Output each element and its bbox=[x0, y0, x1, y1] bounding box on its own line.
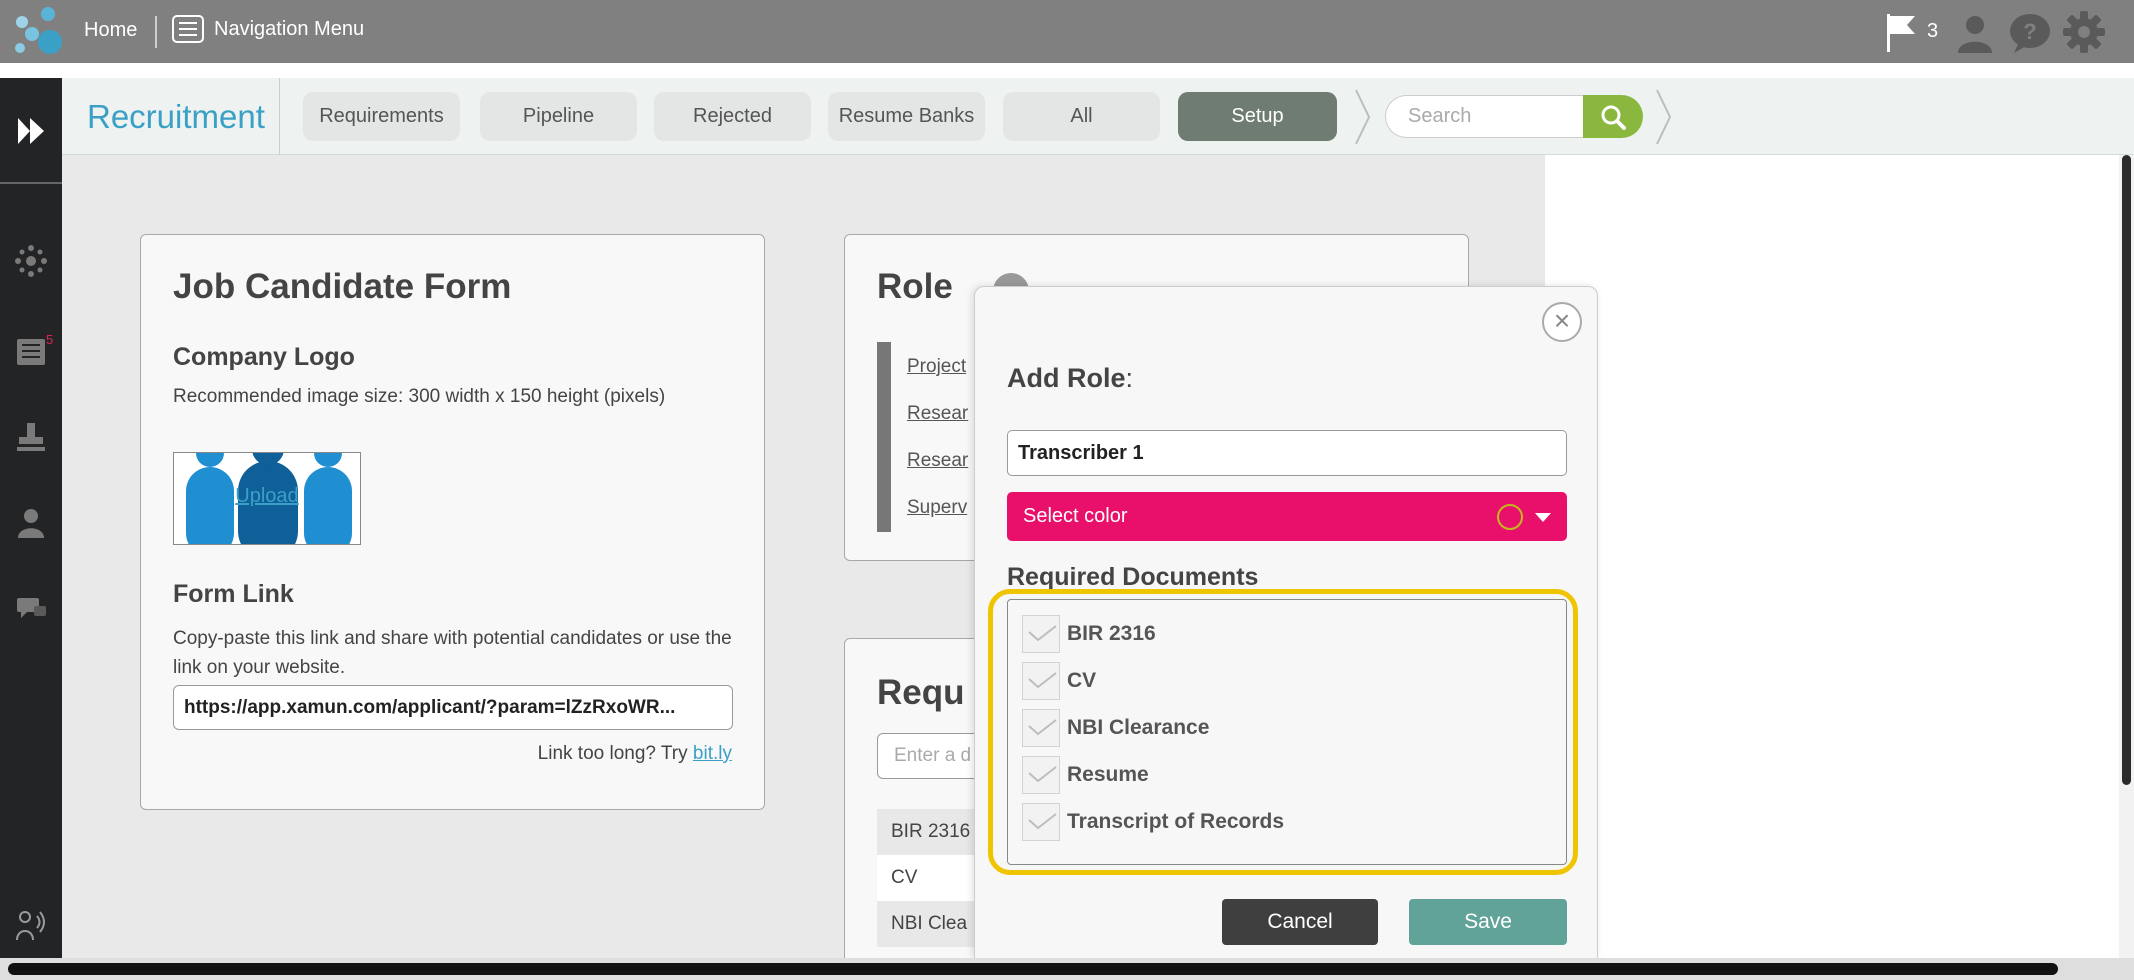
link-hint: Link too long? Try bit.ly bbox=[538, 743, 732, 765]
link-hint-text: Link too long? Try bbox=[537, 743, 693, 764]
logo-size-hint: Recommended image size: 300 width x 150 … bbox=[173, 386, 666, 407]
top-spacer bbox=[0, 63, 2134, 78]
svg-text:?: ? bbox=[2023, 19, 2036, 44]
sidebar-toggle-button[interactable] bbox=[0, 78, 62, 184]
horizontal-scrollbar-thumb[interactable] bbox=[8, 963, 2058, 975]
list-icon[interactable] bbox=[14, 335, 48, 369]
left-sidebar: 5 bbox=[0, 78, 62, 958]
form-link-description: Copy-paste this link and share with pote… bbox=[173, 628, 732, 678]
role-item[interactable]: Project bbox=[907, 356, 966, 378]
recruitment-header: Recruitment Requirements Pipeline Reject… bbox=[62, 78, 2134, 155]
stamp-icon[interactable] bbox=[14, 420, 48, 454]
tab-rejected[interactable]: Rejected bbox=[654, 92, 811, 141]
logo-upload-area[interactable]: Upload bbox=[173, 452, 361, 545]
user-icon[interactable] bbox=[1955, 13, 1995, 53]
person-icon[interactable] bbox=[14, 506, 48, 540]
color-select[interactable]: Select color bbox=[1007, 492, 1567, 541]
save-button[interactable]: Save bbox=[1409, 899, 1567, 945]
color-select-label: Select color bbox=[1023, 505, 1128, 527]
vertical-scrollbar-thumb[interactable] bbox=[2122, 155, 2131, 785]
form-link-field[interactable]: https://app.xamun.com/applicant/?param=l… bbox=[173, 685, 733, 730]
tab-pipeline[interactable]: Pipeline bbox=[480, 92, 637, 141]
role-item[interactable]: Superv bbox=[907, 497, 967, 519]
chevron-separator-icon bbox=[1656, 89, 1672, 145]
role-item[interactable]: Resear bbox=[907, 450, 968, 472]
double-chevron-right-icon bbox=[18, 118, 44, 144]
job-candidate-form-card: Job Candidate Form Company Logo Recommen… bbox=[140, 234, 765, 810]
home-link[interactable]: Home bbox=[84, 19, 137, 42]
flag-count: 3 bbox=[1927, 20, 1939, 42]
upload-link[interactable]: Upload bbox=[174, 485, 360, 508]
vertical-scrollbar[interactable] bbox=[2119, 155, 2134, 958]
tab-setup[interactable]: Setup bbox=[1178, 92, 1337, 141]
right-panel bbox=[1545, 155, 2119, 958]
header-separator bbox=[279, 78, 280, 155]
company-logo-heading: Company Logo bbox=[173, 343, 355, 371]
modal-title-suffix: : bbox=[1125, 363, 1134, 393]
chevron-down-icon bbox=[1535, 513, 1551, 522]
highlight-outline bbox=[988, 589, 1578, 875]
modal-title-text: Add Role bbox=[1007, 363, 1126, 393]
gear-icon[interactable] bbox=[2062, 10, 2106, 54]
accessibility-icon[interactable] bbox=[14, 908, 48, 942]
form-link-heading: Form Link bbox=[173, 580, 294, 608]
flag-icon[interactable] bbox=[1885, 12, 1919, 54]
search-icon bbox=[1601, 105, 1626, 130]
add-role-modal: × Add Role: Select color Required Docume… bbox=[974, 286, 1598, 958]
bitly-link[interactable]: bit.ly bbox=[693, 743, 732, 764]
cancel-button[interactable]: Cancel bbox=[1222, 899, 1378, 945]
network-icon[interactable] bbox=[14, 244, 48, 278]
required-documents-heading: Required Documents bbox=[1007, 563, 1259, 591]
search-input[interactable] bbox=[1385, 95, 1585, 138]
top-separator bbox=[155, 16, 157, 48]
notification-badge: 5 bbox=[46, 332, 54, 347]
chevron-separator-icon bbox=[1355, 89, 1371, 145]
navigation-menu-button[interactable]: Navigation Menu bbox=[172, 15, 364, 43]
page-title: Recruitment bbox=[87, 98, 265, 135]
tab-requirements[interactable]: Requirements bbox=[303, 92, 460, 141]
role-item[interactable]: Resear bbox=[907, 403, 968, 425]
requirements-card-title: Requ bbox=[877, 673, 965, 712]
navigation-menu-label: Navigation Menu bbox=[214, 17, 365, 40]
role-list: Project Resear Resear Superv bbox=[877, 342, 977, 532]
horizontal-scrollbar[interactable] bbox=[0, 958, 2134, 980]
xamun-logo-icon[interactable] bbox=[10, 4, 66, 60]
role-name-input[interactable] bbox=[1007, 430, 1567, 476]
hamburger-menu-icon bbox=[172, 15, 204, 43]
info-icon[interactable] bbox=[1497, 504, 1523, 530]
role-card-title: Role bbox=[877, 267, 953, 306]
tab-resume-banks[interactable]: Resume Banks bbox=[828, 92, 985, 141]
chat-icon[interactable] bbox=[14, 592, 48, 626]
help-icon[interactable]: ? bbox=[2008, 12, 2052, 54]
close-icon[interactable]: × bbox=[1542, 302, 1582, 342]
tab-all[interactable]: All bbox=[1003, 92, 1160, 141]
search-button[interactable] bbox=[1583, 95, 1643, 138]
top-bar: Home Navigation Menu 3 ? bbox=[0, 0, 2134, 63]
card-title: Job Candidate Form bbox=[173, 267, 512, 306]
modal-title: Add Role: bbox=[1007, 363, 1133, 394]
